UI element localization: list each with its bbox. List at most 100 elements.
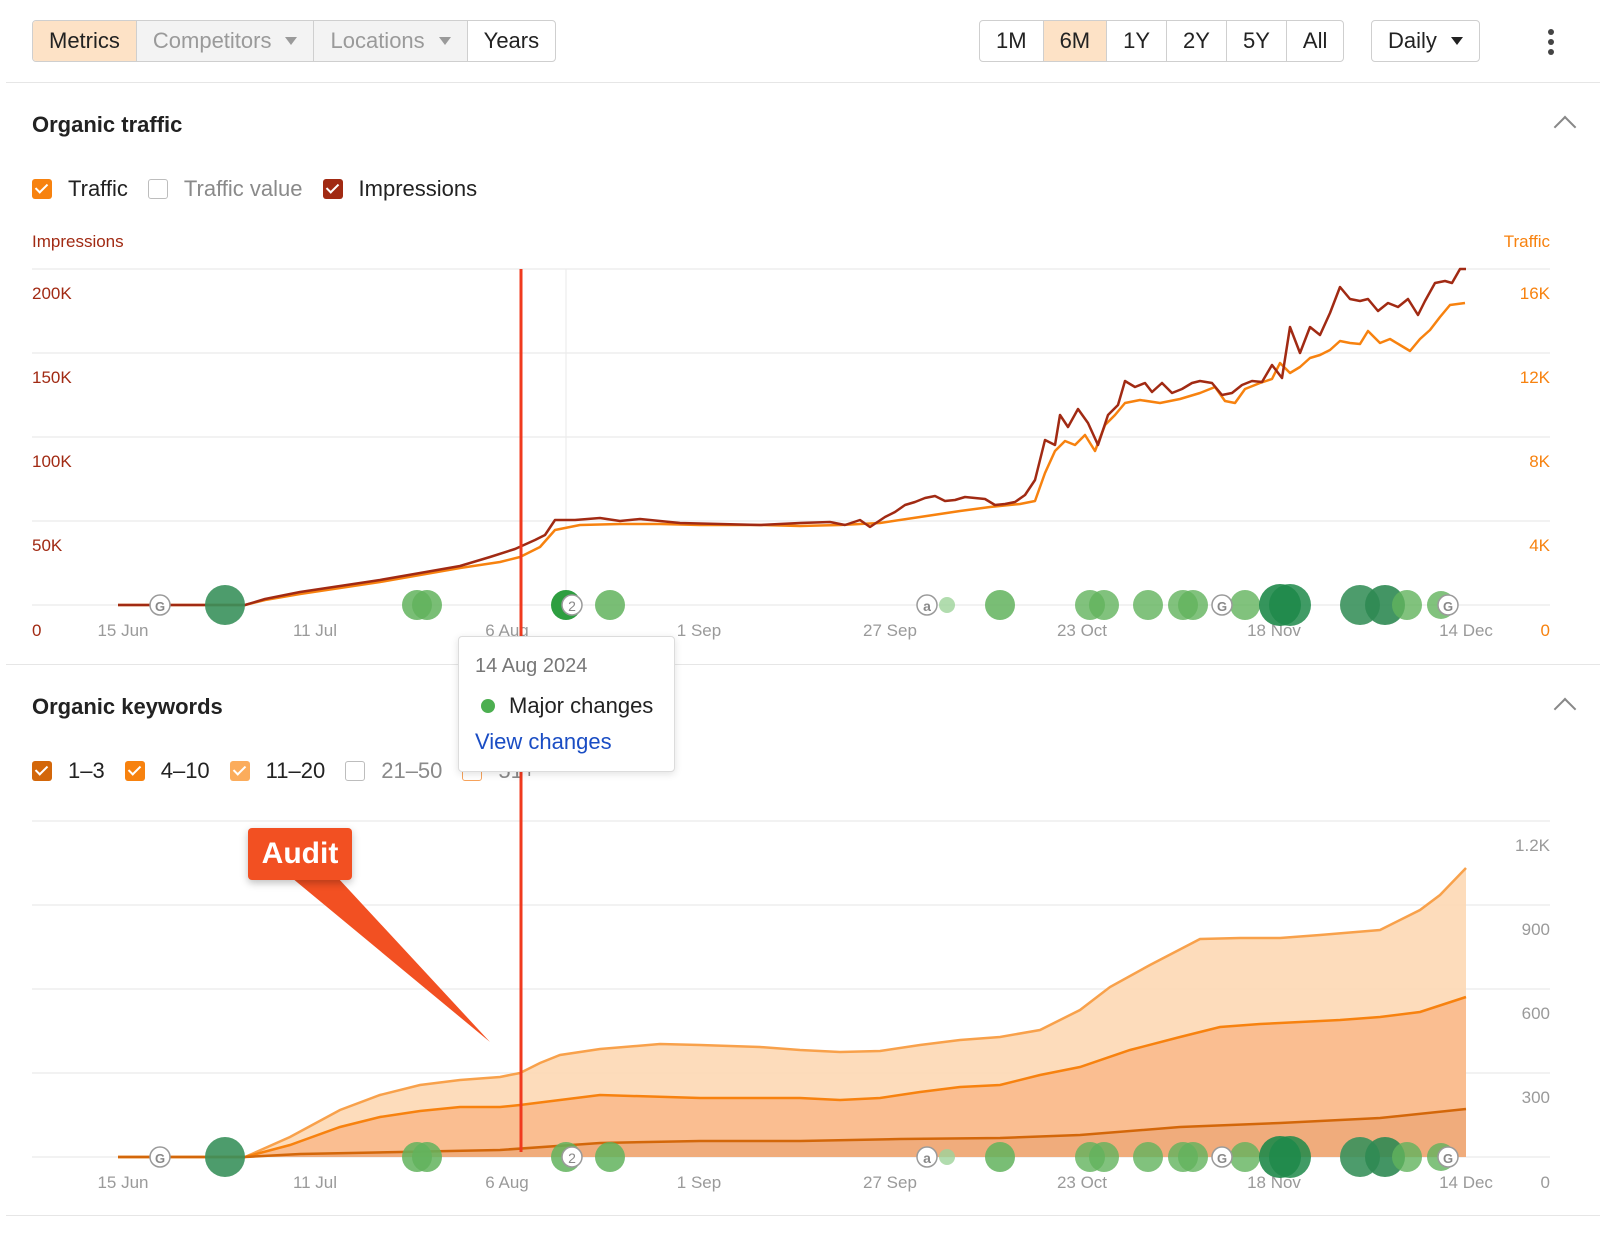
view-tabs: Metrics Competitors Locations Years	[32, 20, 557, 62]
tick-traffic-0: 0	[1541, 621, 1550, 640]
organic-keywords-title: Organic keywords	[32, 694, 223, 719]
range-selector: 1M 6M 1Y 2Y 5Y All	[979, 20, 1345, 62]
event-marker[interactable]	[1089, 1142, 1119, 1172]
google-update-icon[interactable]: G	[1437, 1146, 1459, 1168]
interval-dropdown[interactable]: Daily	[1371, 20, 1480, 62]
checkbox-traffic-value[interactable]	[147, 179, 168, 199]
range-1m[interactable]: 1M	[980, 21, 1044, 61]
interval-dropdown-inner: Daily	[1372, 21, 1479, 61]
event-marker[interactable]	[1178, 590, 1208, 620]
checkbox-impressions[interactable]	[322, 179, 343, 199]
range-1y[interactable]: 1Y	[1107, 21, 1168, 61]
x-tick: 11 Jul	[293, 1173, 337, 1192]
event-marker[interactable]	[985, 590, 1015, 620]
google-update-icon[interactable]: G	[1437, 594, 1459, 616]
range-2y[interactable]: 2Y	[1167, 21, 1227, 61]
tick-traffic-4k: 4K	[1529, 536, 1550, 555]
annotation-count: 2	[568, 598, 576, 614]
tab-years[interactable]: Years	[468, 21, 555, 61]
checkbox-pos-4-10[interactable]	[124, 761, 145, 781]
tab-competitors[interactable]: Competitors	[136, 21, 315, 61]
x-tick: 14 Dec	[1439, 1173, 1493, 1192]
google-update-icon[interactable]: G	[1211, 594, 1233, 616]
event-marker[interactable]	[939, 1149, 955, 1165]
event-marker[interactable]	[595, 590, 625, 620]
legend-pos-21-50[interactable]: 21–50	[345, 758, 442, 784]
keywords-chart: 1.2K 900 600 300 0 15 Jun 11 Jul 6 Aug 1…	[32, 820, 1551, 1192]
traffic-chart: 200K 150K 100K 50K 0 16K 12K 8K 4K 0 15 …	[32, 267, 1551, 640]
tick-traffic-16k: 16K	[1520, 284, 1551, 303]
checkbox-pos-21-50[interactable]	[345, 761, 366, 781]
event-marker[interactable]	[939, 597, 955, 613]
google-update-icon[interactable]: G	[149, 594, 171, 616]
organic-traffic-title: Organic traffic	[32, 112, 183, 137]
event-marker[interactable]	[1269, 584, 1311, 626]
x-tick: 6 Aug	[485, 1173, 529, 1192]
checkbox-pos-11-20[interactable]	[229, 761, 250, 781]
x-tick: 1 Sep	[677, 1173, 721, 1192]
legend-pos-21-50-label: 21–50	[381, 758, 443, 783]
event-marker[interactable]	[1392, 1142, 1422, 1172]
major-changes-dot-icon	[481, 699, 495, 713]
chart-tooltip: 14 Aug 2024 Major changes View changes	[458, 636, 675, 772]
event-marker[interactable]	[205, 1137, 245, 1177]
toolbar-divider	[6, 82, 1600, 83]
legend-traffic-value[interactable]: Traffic value	[147, 176, 303, 202]
tab-locations-label: Locations	[330, 28, 425, 53]
impressions-ticks: 200K 150K 100K 50K 0	[32, 284, 72, 640]
chevron-down-icon	[285, 37, 298, 45]
event-marker[interactable]	[985, 1142, 1015, 1172]
annotation-count-icon[interactable]: 2	[561, 1146, 583, 1168]
event-marker[interactable]	[1178, 1142, 1208, 1172]
event-marker[interactable]	[1392, 590, 1422, 620]
legend-traffic-value-label: Traffic value	[183, 176, 303, 201]
annotation-a-icon[interactable]: a	[916, 1146, 938, 1168]
range-all[interactable]: All	[1287, 21, 1343, 61]
range-6m[interactable]: 6M	[1043, 21, 1108, 61]
event-marker[interactable]	[412, 1142, 442, 1172]
chevron-down-icon	[438, 37, 451, 45]
legend-pos-1-3-label: 1–3	[68, 758, 105, 783]
event-marker[interactable]	[412, 590, 442, 620]
event-marker[interactable]	[1269, 1136, 1311, 1178]
checkbox-pos-1-3[interactable]	[32, 761, 52, 781]
event-marker[interactable]	[1089, 590, 1119, 620]
annotation-count-icon[interactable]: 2	[561, 594, 583, 616]
tick-traffic-12k: 12K	[1520, 368, 1551, 387]
tab-locations[interactable]: Locations	[314, 21, 468, 61]
range-5y[interactable]: 5Y	[1227, 21, 1287, 61]
event-marker[interactable]	[1230, 1142, 1260, 1172]
legend-pos-11-20[interactable]: 11–20	[229, 758, 325, 784]
tab-competitors-label: Competitors	[152, 28, 272, 53]
legend-traffic[interactable]: Traffic	[32, 176, 128, 202]
google-update-letter: G	[1443, 1151, 1453, 1166]
tick-kw-300: 300	[1522, 1088, 1550, 1107]
annotation-a-icon[interactable]: a	[916, 594, 938, 616]
traffic-legend: Traffic Traffic value Impressions	[32, 176, 497, 202]
tick-kw-1200: 1.2K	[1515, 836, 1551, 855]
traffic-axis-title: Traffic	[1503, 232, 1550, 251]
collapse-traffic-icon[interactable]	[1553, 115, 1577, 139]
x-tick: 11 Jul	[293, 621, 337, 640]
traffic-ticks: 16K 12K 8K 4K 0	[1520, 284, 1551, 640]
legend-pos-1-3[interactable]: 1–3	[32, 758, 105, 784]
google-update-icon[interactable]: G	[149, 1146, 171, 1168]
traffic-gridlines	[32, 268, 1550, 606]
x-tick: 15 Jun	[97, 1173, 148, 1192]
event-marker[interactable]	[1230, 590, 1260, 620]
annotation-count: 2	[568, 1150, 576, 1166]
checkbox-traffic[interactable]	[32, 179, 52, 199]
legend-pos-4-10[interactable]: 4–10	[124, 758, 210, 784]
collapse-keywords-icon[interactable]	[1553, 697, 1577, 721]
keywords-y-ticks: 1.2K 900 600 300 0	[1515, 836, 1551, 1192]
view-changes-link[interactable]: View changes	[475, 729, 612, 755]
event-marker[interactable]	[1133, 590, 1163, 620]
x-tick: 27 Sep	[863, 621, 917, 640]
event-marker[interactable]	[595, 1142, 625, 1172]
more-options-icon[interactable]	[1548, 29, 1554, 59]
google-update-icon[interactable]: G	[1211, 1146, 1233, 1168]
legend-impressions[interactable]: Impressions	[322, 176, 477, 202]
event-marker[interactable]	[205, 585, 245, 625]
event-marker[interactable]	[1133, 1142, 1163, 1172]
tab-metrics[interactable]: Metrics	[33, 21, 137, 61]
